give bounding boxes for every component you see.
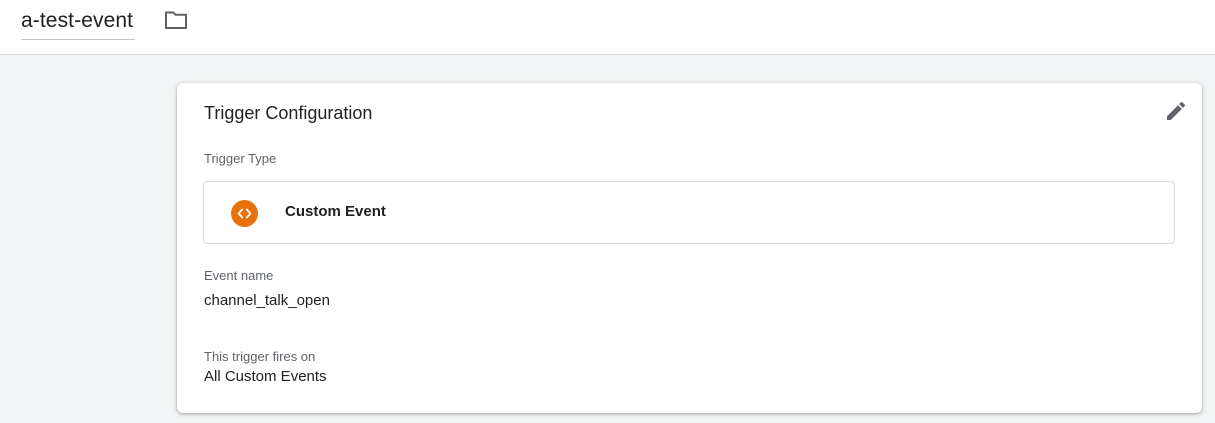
trigger-configuration-card[interactable]: Trigger Configuration Trigger Type Custo… — [177, 83, 1202, 413]
trigger-type-name: Custom Event — [285, 203, 386, 220]
code-brackets-icon — [231, 200, 258, 227]
trigger-type-selector[interactable]: Custom Event — [203, 181, 1175, 244]
header-bar: a-test-event — [0, 0, 1215, 55]
trigger-type-label: Trigger Type — [204, 151, 277, 166]
pencil-icon[interactable] — [1164, 99, 1188, 123]
event-name-value: channel_talk_open — [204, 292, 330, 309]
page: a-test-event Trigger Configuration Trigg… — [0, 0, 1215, 423]
card-title: Trigger Configuration — [204, 103, 373, 123]
event-name-label: Event name — [204, 268, 274, 283]
trigger-name[interactable]: a-test-event — [21, 9, 133, 32]
folder-icon[interactable] — [164, 10, 188, 30]
fires-on-value: All Custom Events — [204, 368, 327, 385]
trigger-name-field[interactable]: a-test-event — [21, 6, 136, 40]
fires-on-label: This trigger fires on — [204, 349, 316, 364]
